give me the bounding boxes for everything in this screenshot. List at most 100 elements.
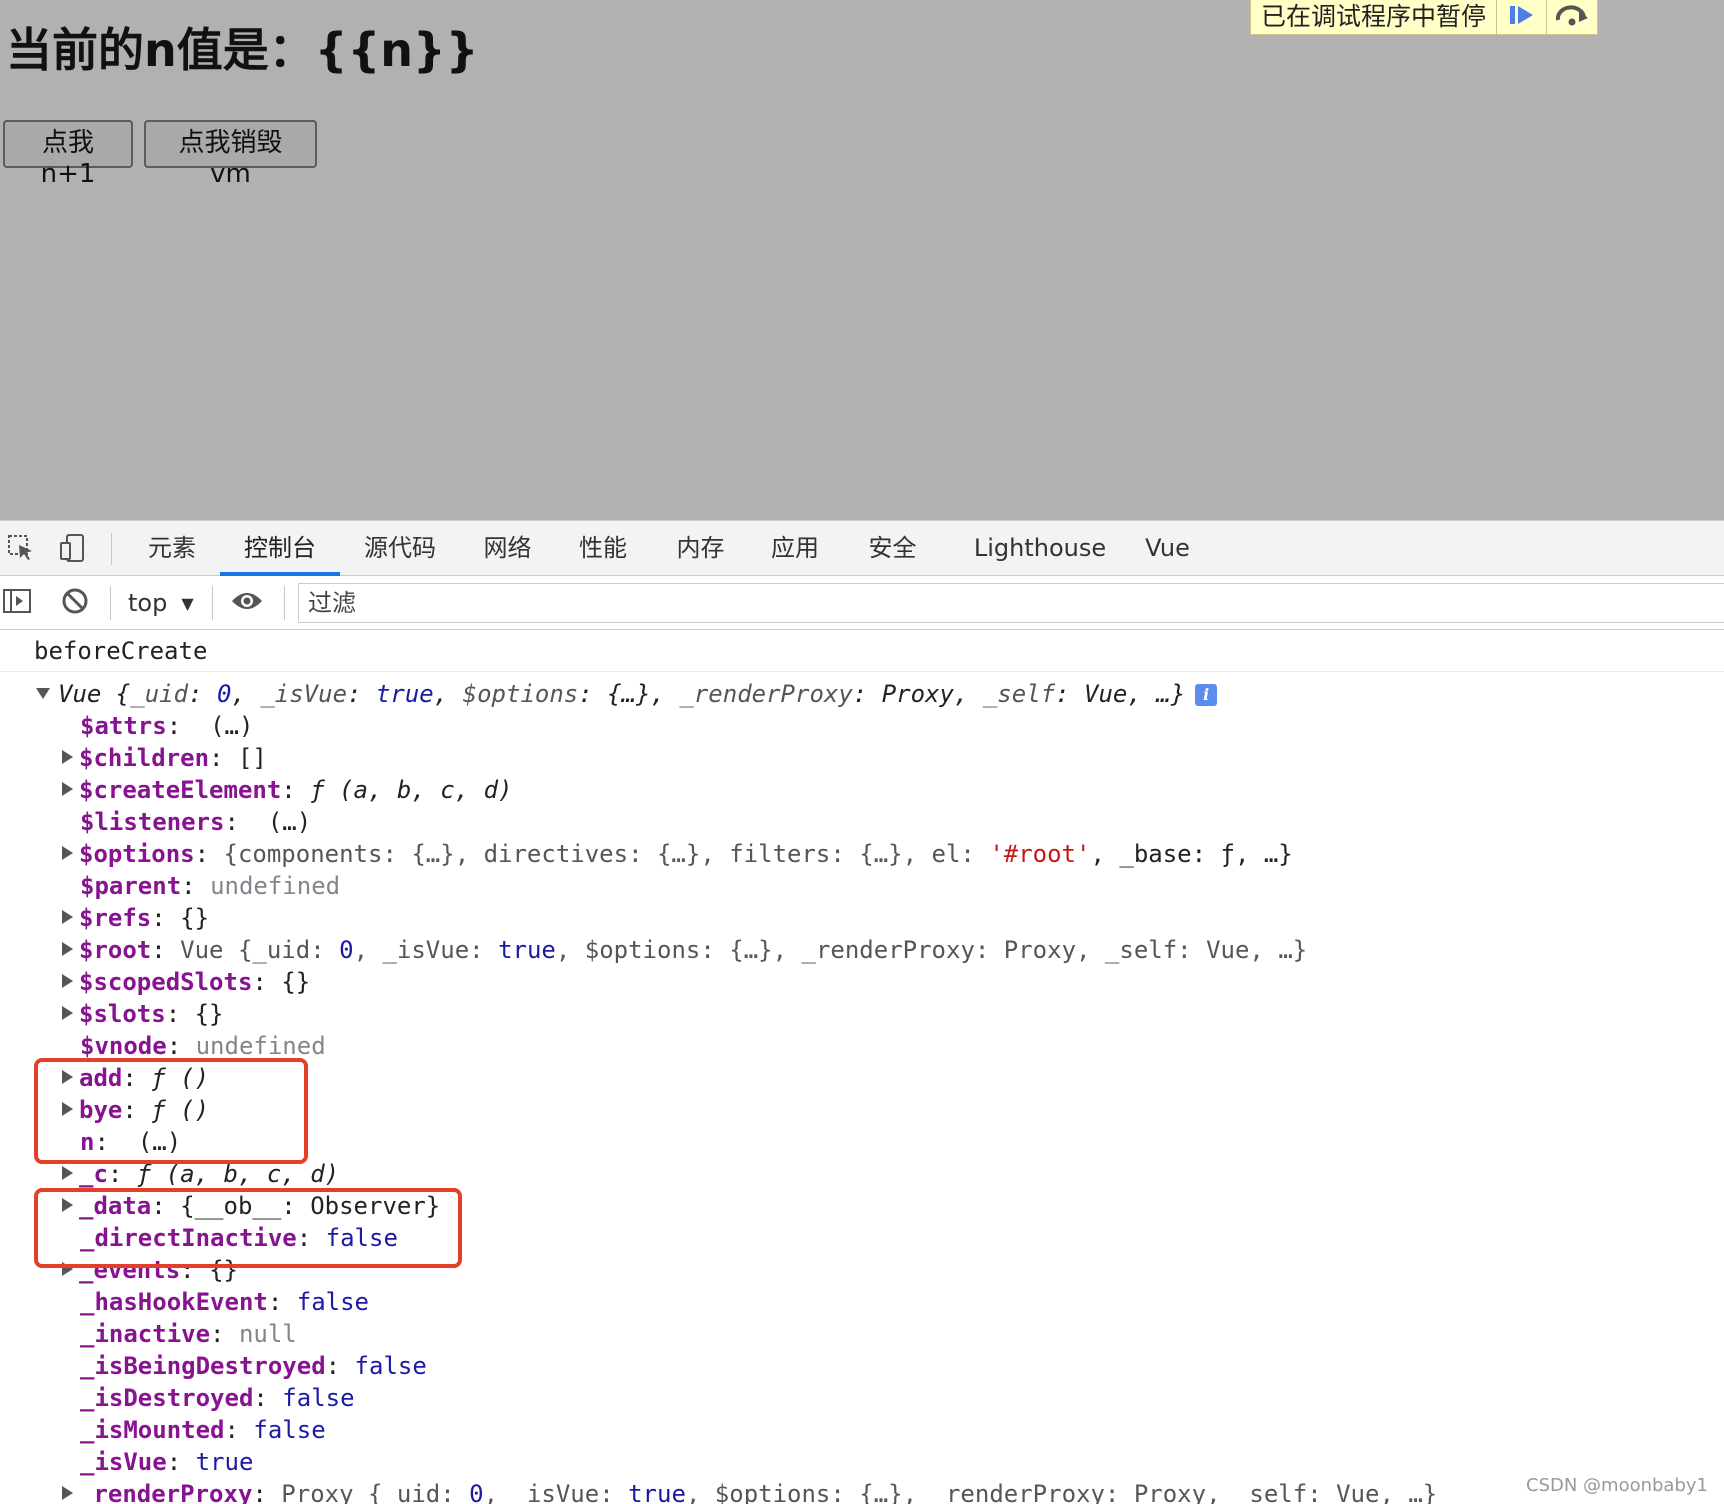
- clear-console-button[interactable]: [60, 588, 90, 618]
- prop-value: null: [238, 1320, 297, 1348]
- page-viewport: 当前的n值是：{{n}} 点我n+1 点我销毁vm 已在调试程序中暂停: [0, 0, 1724, 520]
- prop-value: false: [253, 1416, 326, 1444]
- prop-key: n: [80, 1128, 95, 1156]
- object-ctor: Vue: [58, 680, 102, 708]
- prop-key: $children: [79, 744, 210, 772]
- prop-row[interactable]: n: (…): [80, 1126, 181, 1158]
- js-context-selector[interactable]: top ▼: [128, 586, 194, 620]
- expand-triangle-icon[interactable]: [62, 750, 73, 764]
- increment-n-button[interactable]: 点我n+1: [3, 120, 133, 189]
- expand-triangle-icon[interactable]: [62, 1102, 73, 1116]
- tab-application[interactable]: 应用: [755, 521, 835, 576]
- expand-triangle-icon[interactable]: [62, 974, 73, 988]
- toolbar-divider: [110, 586, 111, 620]
- tab-vue[interactable]: Vue: [1130, 521, 1205, 576]
- prop-key: _isMounted: [80, 1416, 225, 1444]
- prop-row[interactable]: $createElement: ƒ (a, b, c, d): [62, 774, 513, 806]
- expand-triangle-icon[interactable]: [62, 1070, 73, 1084]
- summary-key: _renderProxy: [679, 680, 853, 708]
- expand-triangle-icon[interactable]: [62, 1486, 73, 1500]
- tab-elements[interactable]: 元素: [132, 521, 212, 576]
- summary-key: _uid: [130, 680, 189, 708]
- prop-value: ƒ (): [151, 1064, 210, 1092]
- prop-value: , _isVue:: [353, 936, 499, 964]
- expand-triangle-icon[interactable]: [62, 1198, 73, 1212]
- prop-value: {}: [209, 1256, 238, 1284]
- prop-row[interactable]: $refs: {}: [62, 902, 209, 934]
- step-over-icon: [1553, 2, 1591, 32]
- prop-row[interactable]: $children: []: [62, 742, 267, 774]
- expand-triangle-icon[interactable]: [62, 782, 73, 796]
- prop-key: $attrs: [80, 712, 167, 740]
- prop-value-number: 0: [339, 936, 354, 964]
- prop-row: $vnode: undefined: [80, 1032, 326, 1060]
- prop-value: Proxy {_uid:: [281, 1480, 470, 1504]
- prop-key: $root: [79, 936, 152, 964]
- prop-value: false: [354, 1352, 427, 1380]
- prop-row[interactable]: $slots: {}: [62, 998, 224, 1030]
- prop-row[interactable]: _data: {__ob__: Observer}: [62, 1190, 440, 1222]
- inspect-element-button[interactable]: [6, 535, 36, 565]
- prop-row[interactable]: $attrs: (…): [80, 710, 253, 742]
- expand-triangle-icon[interactable]: [62, 1166, 73, 1180]
- prop-row[interactable]: add: ƒ (): [62, 1062, 209, 1094]
- vue-object-summary[interactable]: Vue {_uid: 0, _isVue: true, $options: {……: [36, 678, 1218, 710]
- prop-row: _inactive: null: [80, 1320, 297, 1348]
- summary-value: Proxy: [881, 680, 954, 708]
- tab-lighthouse[interactable]: Lighthouse: [970, 521, 1110, 576]
- console-filter-input[interactable]: [298, 583, 1724, 623]
- expand-triangle-icon[interactable]: [62, 942, 73, 956]
- expand-triangle-icon[interactable]: [62, 1262, 73, 1276]
- collapse-triangle-icon[interactable]: [36, 687, 50, 699]
- live-expression-button[interactable]: [232, 588, 262, 618]
- tab-security[interactable]: 安全: [850, 521, 935, 576]
- tab-performance[interactable]: 性能: [563, 521, 643, 576]
- prop-value: false: [296, 1288, 369, 1316]
- prop-row[interactable]: _c: ƒ (a, b, c, d): [62, 1158, 339, 1190]
- show-sidebar-button[interactable]: [2, 588, 32, 618]
- console-log-message[interactable]: beforeCreate: [34, 637, 207, 665]
- prop-key: $options: [79, 840, 195, 868]
- prop-value: undefined: [195, 1032, 326, 1060]
- prop-row[interactable]: $options: {components: {…}, directives: …: [62, 838, 1293, 870]
- tab-console[interactable]: 控制台: [220, 521, 340, 576]
- toolbar-divider: [212, 586, 213, 620]
- clear-console-icon: [61, 587, 89, 619]
- tab-network[interactable]: 网络: [465, 521, 550, 576]
- prop-value[interactable]: (…): [138, 1128, 181, 1156]
- resume-button[interactable]: [1497, 0, 1548, 34]
- prop-row[interactable]: $listeners: (…): [80, 806, 311, 838]
- expand-triangle-icon[interactable]: [62, 910, 73, 924]
- prop-key: $vnode: [80, 1032, 167, 1060]
- console-output: beforeCreate Vue {_uid: 0, _isVue: true,…: [0, 630, 1724, 1504]
- dropdown-arrow-icon: ▼: [181, 593, 194, 613]
- prop-row[interactable]: _events: {}: [62, 1254, 238, 1286]
- expand-triangle-icon[interactable]: [62, 846, 73, 860]
- prop-value: []: [237, 744, 267, 772]
- summary-key: _self: [982, 680, 1056, 708]
- prop-row[interactable]: $scopedSlots: {}: [62, 966, 310, 998]
- prop-row[interactable]: _renderProxy: Proxy {_uid: 0, _isVue: tr…: [62, 1478, 1437, 1504]
- prop-row[interactable]: bye: ƒ (): [62, 1094, 209, 1126]
- prop-value[interactable]: (…): [210, 712, 253, 740]
- prop-value: ƒ (a, b, c, d): [310, 776, 513, 804]
- prop-value: {components: {…}, directives: {…}, filte…: [223, 840, 990, 868]
- prop-key: $slots: [79, 1000, 166, 1028]
- summary-key: $options: [462, 680, 579, 708]
- prop-value: Vue {_uid:: [180, 936, 340, 964]
- prop-value: {}: [281, 968, 311, 996]
- destroy-vm-button[interactable]: 点我销毁vm: [144, 120, 317, 189]
- tab-sources[interactable]: 源代码: [350, 521, 450, 576]
- device-toolbar-button[interactable]: [58, 534, 88, 565]
- info-icon[interactable]: i: [1195, 684, 1218, 706]
- prop-row[interactable]: $root: Vue {_uid: 0, _isVue: true, $opti…: [62, 934, 1307, 966]
- prop-row: $parent: undefined: [80, 872, 341, 900]
- expand-triangle-icon[interactable]: [62, 1006, 73, 1020]
- summary-key: _isVue: [260, 680, 348, 708]
- prop-key: _renderProxy: [79, 1480, 253, 1504]
- toolbar-divider: [284, 586, 285, 620]
- tab-strip-divider: [111, 533, 112, 565]
- prop-value[interactable]: (…): [268, 808, 311, 836]
- tab-memory[interactable]: 内存: [658, 521, 743, 576]
- step-over-button[interactable]: [1547, 0, 1597, 34]
